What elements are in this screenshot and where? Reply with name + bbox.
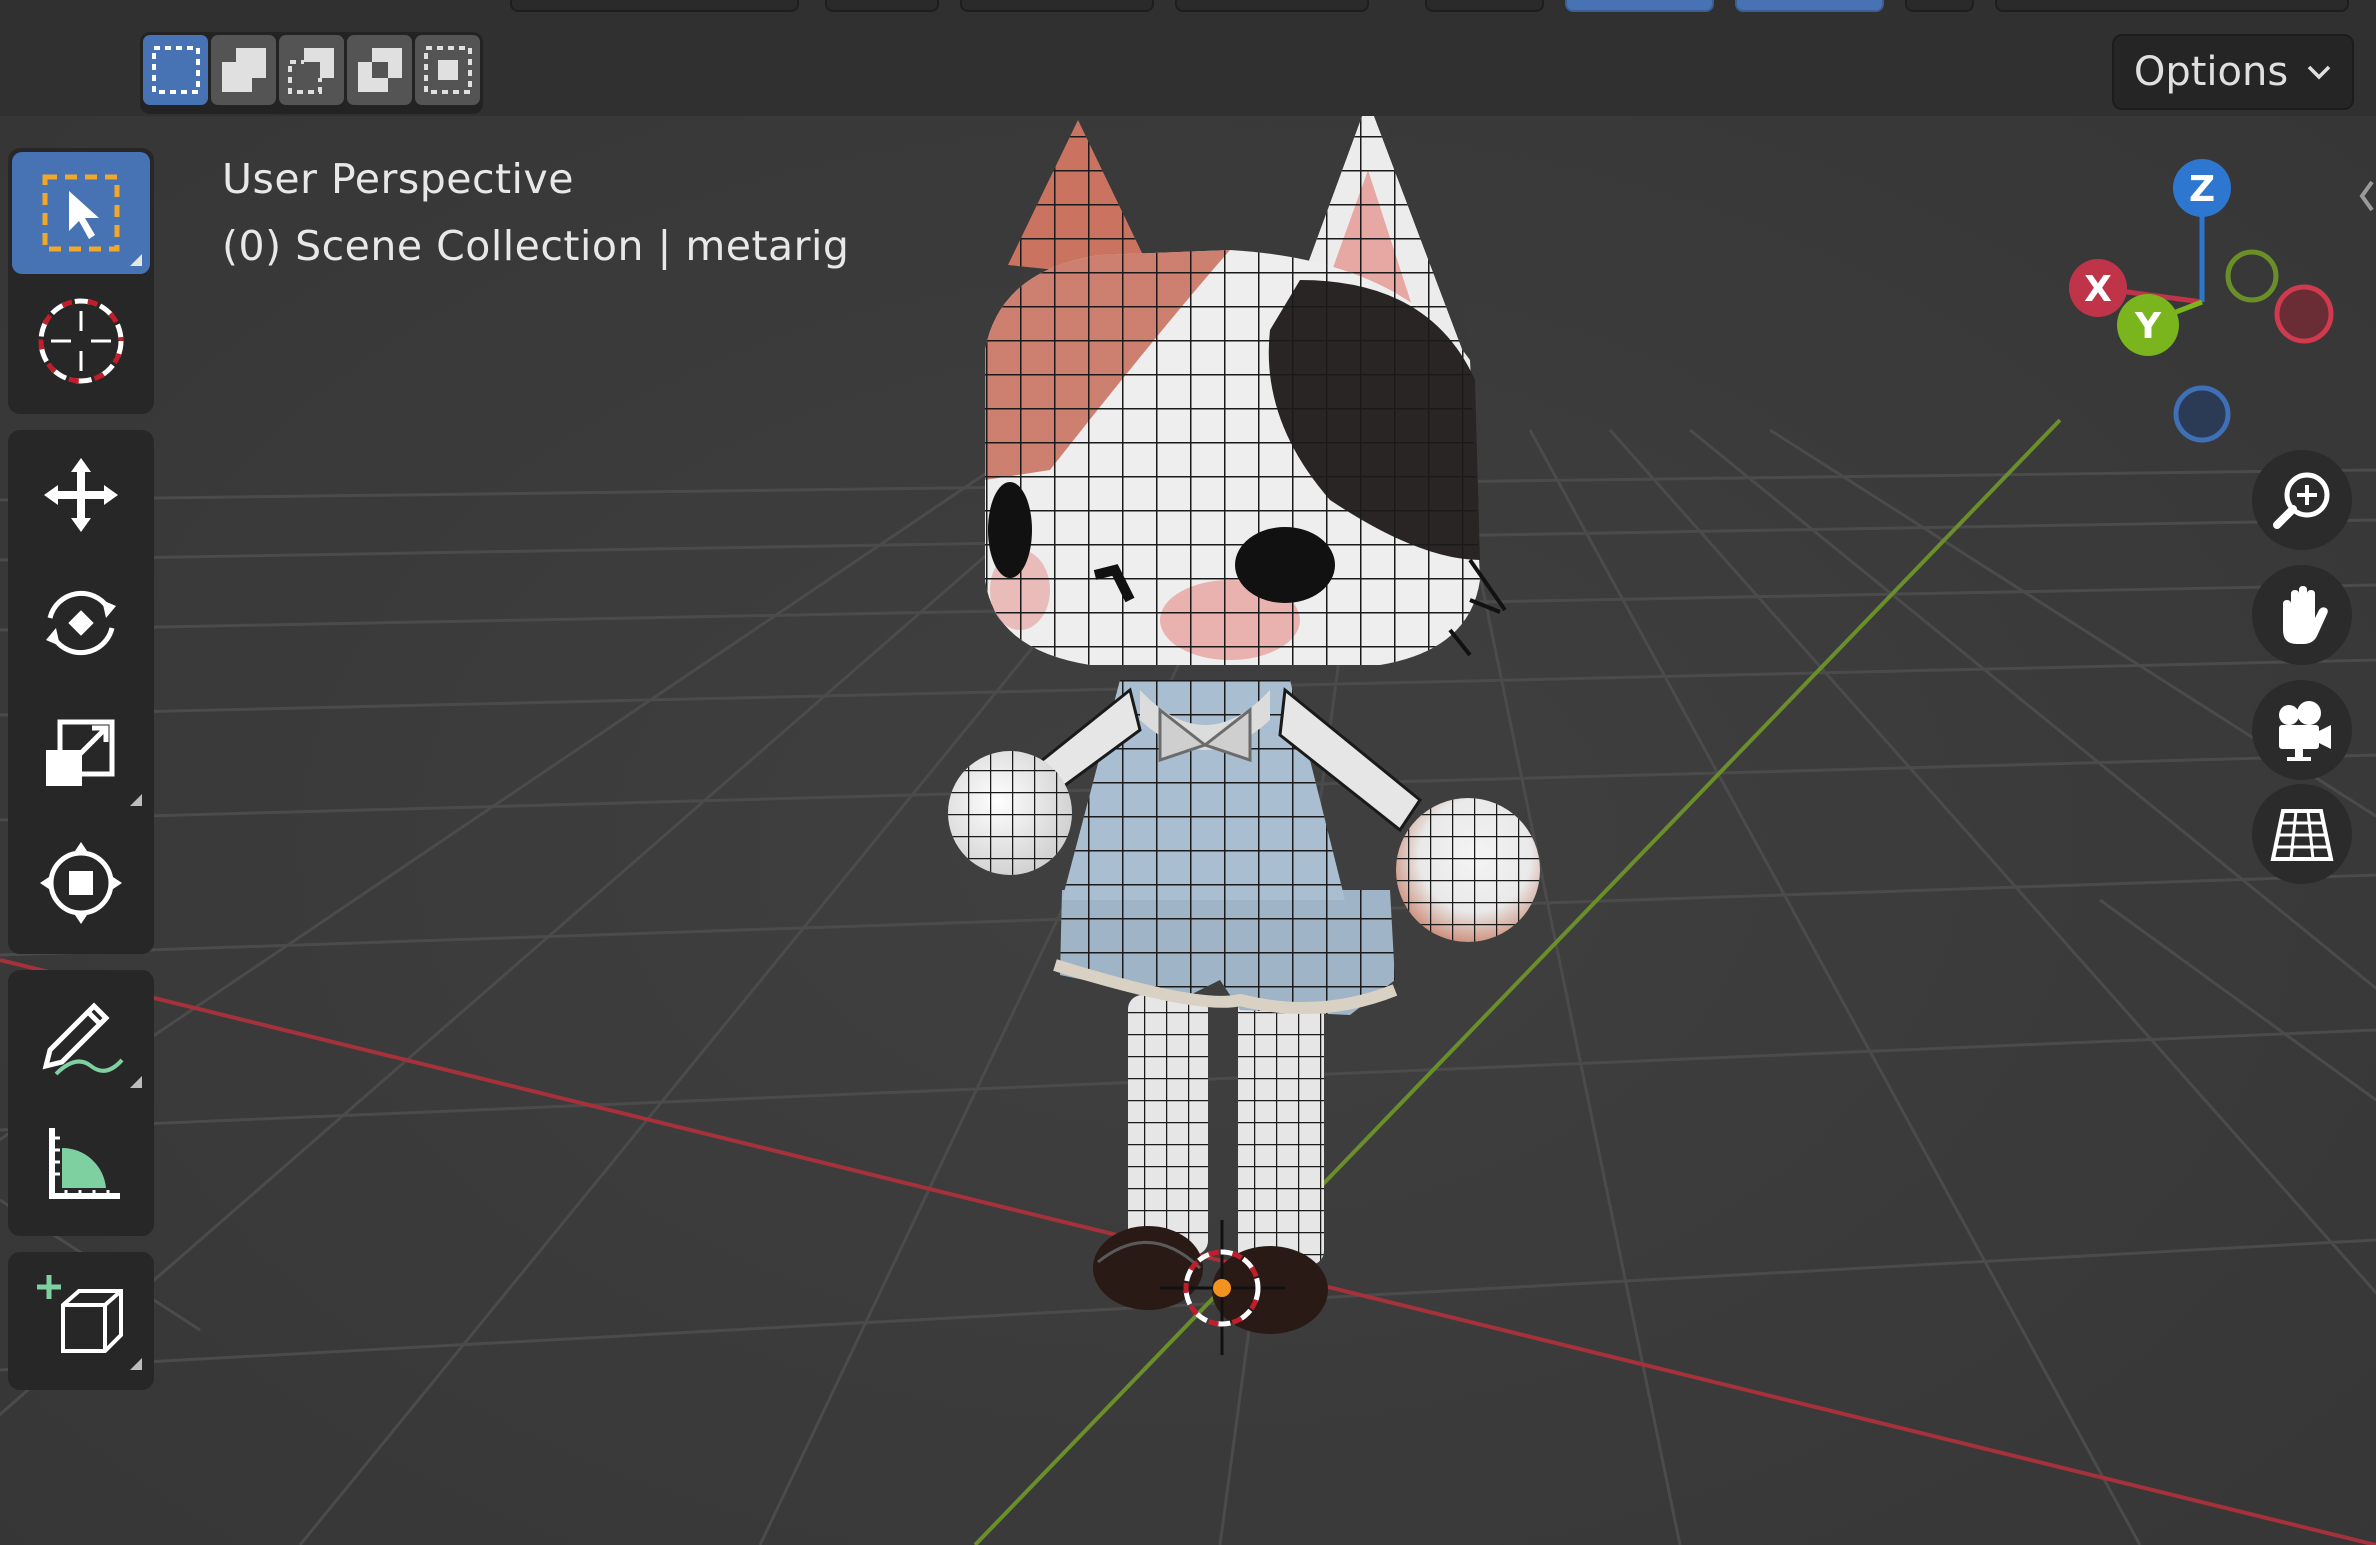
subtract-selection-icon (287, 48, 334, 94)
header-tab[interactable] (1995, 0, 2349, 12)
header-tab[interactable] (960, 0, 1154, 12)
move-tool[interactable] (12, 434, 150, 556)
ortho-grid-icon (2270, 809, 2334, 861)
gizmo-z-label: Z (2189, 169, 2215, 210)
selection-mode-group (140, 32, 483, 114)
camera-view-button[interactable] (2252, 680, 2352, 780)
cursor-tool[interactable] (12, 280, 150, 402)
gizmo-y-label: Y (2134, 306, 2162, 347)
scale-tool[interactable] (12, 692, 150, 814)
gizmo-z-axis[interactable]: Z (2173, 159, 2231, 217)
intersect-selection-icon (423, 46, 472, 94)
select-box-tool[interactable] (12, 152, 150, 274)
cursor-icon (38, 298, 124, 384)
subtract-selection-button[interactable] (279, 35, 344, 105)
invert-selection-icon (357, 48, 402, 92)
camera-icon (2279, 701, 2331, 761)
header-tab[interactable] (1905, 0, 1974, 12)
header-tab[interactable] (1175, 0, 1369, 12)
tool-group-select (8, 148, 154, 414)
tool-group-annotate (8, 970, 154, 1236)
options-dropdown[interactable]: Options (2112, 34, 2354, 110)
transform-icon (40, 842, 122, 924)
select-box-icon (42, 174, 120, 252)
scene-object-label: (0) Scene Collection | metarig (222, 222, 850, 270)
annotate-tool[interactable] (12, 974, 150, 1096)
header-tab[interactable] (1425, 0, 1544, 12)
rotate-icon (46, 590, 116, 656)
add-cube-tool[interactable] (12, 1256, 150, 1378)
move-icon (44, 458, 118, 532)
gizmo-y-axis[interactable]: Y (2117, 294, 2179, 356)
ortho-toggle-button[interactable] (2252, 784, 2352, 884)
header-tab[interactable] (825, 0, 939, 12)
tool-group-add (8, 1252, 154, 1390)
transform-tool[interactable] (12, 822, 150, 944)
extend-selection-icon (221, 48, 266, 92)
pan-button[interactable] (2252, 565, 2352, 665)
navigation-gizmo[interactable]: Z X Y (2040, 150, 2370, 460)
add-cube-icon (37, 1275, 123, 1353)
rotate-tool[interactable] (12, 562, 150, 684)
sidebar-collapse-arrow[interactable] (2358, 176, 2376, 216)
header-tab[interactable] (1735, 0, 1884, 12)
gizmo-x-label: X (2084, 269, 2112, 310)
new-selection-button[interactable] (143, 35, 208, 105)
gizmo-x-axis[interactable]: X (2069, 259, 2127, 317)
header-tab[interactable] (1565, 0, 1714, 12)
view-name-label: User Perspective (222, 155, 574, 203)
extend-selection-button[interactable] (211, 35, 276, 105)
pan-hand-icon (2283, 586, 2328, 644)
invert-selection-button[interactable] (347, 35, 412, 105)
zoom-button[interactable] (2252, 450, 2352, 550)
zoom-icon (2273, 472, 2330, 529)
measure-tool[interactable] (12, 1102, 150, 1224)
chevron-down-icon (2307, 65, 2331, 80)
measure-icon (49, 1128, 120, 1199)
scale-icon (46, 719, 115, 786)
header-tab[interactable] (510, 0, 799, 12)
tool-group-transform (8, 430, 154, 954)
new-selection-icon (151, 46, 200, 94)
3d-viewport[interactable]: Options User Perspective (0) Scene Colle… (0, 0, 2376, 1545)
viewport-header: Options (0, 0, 2376, 116)
annotate-icon (42, 1002, 124, 1076)
options-label: Options (2133, 49, 2289, 95)
intersect-selection-button[interactable] (415, 35, 480, 105)
